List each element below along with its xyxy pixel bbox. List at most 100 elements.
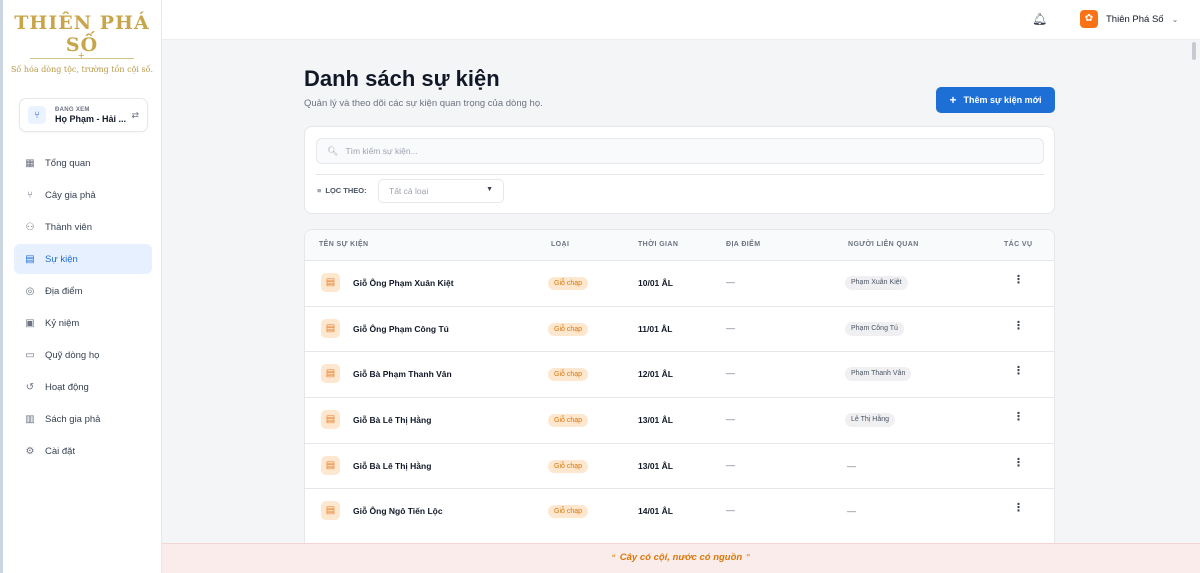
page-subtitle: Quản lý và theo dõi các sự kiện quan trọ…	[304, 98, 543, 109]
add-event-label: Thêm sự kiện mới	[963, 95, 1042, 105]
sidebar-item-tong-quan[interactable]: ▦ Tổng quan	[14, 148, 152, 178]
more-actions-icon[interactable]: ⋮	[1013, 457, 1024, 469]
sidebar-item-hoat-dong[interactable]: ↺ Hoạt động	[14, 372, 152, 402]
page-title: Danh sách sự kiện	[304, 66, 500, 91]
search-input[interactable]	[345, 146, 946, 156]
family-switcher[interactable]: ⑂ ĐANG XEM Họ Phạm - Hải ... ⇄	[19, 98, 148, 132]
search-box[interactable]: 🔍︎	[316, 138, 1044, 164]
add-event-button[interactable]: + Thêm sự kiện mới	[936, 87, 1055, 113]
event-place: —	[726, 368, 735, 379]
sidebar-item-quy-dong-ho[interactable]: ▭ Quỹ dòng họ	[14, 340, 152, 370]
gear-icon: ⚙	[25, 445, 35, 457]
column-header-type[interactable]: LOẠI	[551, 241, 569, 248]
tree-icon: ⑂	[27, 189, 33, 201]
event-date: 12/01 ÂL	[638, 369, 673, 380]
sidebar-item-ky-niem[interactable]: ▣ Kỷ niệm	[14, 308, 152, 338]
sidebar-item-label: Sách gia phả	[45, 413, 101, 425]
calendar-icon: ▤	[321, 455, 340, 475]
event-type-badge: Giỗ chạp	[548, 368, 589, 382]
table-row[interactable]: ▤ Giỗ Ông Phạm Công Tú Giỗ chạp 11/01 ÂL…	[305, 307, 1054, 353]
type-filter-select[interactable]: Tất cả loại ▼	[378, 179, 504, 203]
sidebar-item-su-kien[interactable]: ▤ Sự kiện	[14, 244, 152, 274]
more-actions-icon[interactable]: ⋮	[1013, 412, 1024, 423]
history-icon: ↺	[25, 381, 35, 393]
family-tree-icon: ⑂	[28, 106, 46, 124]
sidebar-item-label: Cây gia phả	[45, 189, 96, 201]
event-name[interactable]: Giỗ Ông Ngô Tiến Lộc	[353, 506, 443, 516]
calendar-icon: ▤	[25, 253, 35, 265]
more-actions-icon[interactable]: ⋮	[1013, 320, 1024, 332]
event-type-badge: Giỗ chạp	[548, 459, 589, 473]
more-actions-icon[interactable]: ⋮	[1013, 503, 1024, 514]
sidebar-item-cay-gia-pha[interactable]: ⑂ Cây gia phả	[14, 180, 152, 210]
footer-quote-bar: ❝ Cây có cội, nước có nguồn ❞	[162, 543, 1200, 573]
plus-icon: +	[949, 93, 957, 107]
search-icon: 🔍︎	[327, 145, 339, 156]
user-name: Thiên Phá Số	[1106, 13, 1164, 25]
sidebar-item-label: Quỹ dòng họ	[45, 349, 100, 361]
viewing-family-name: Họ Phạm - Hải ...	[55, 113, 127, 124]
column-header-time[interactable]: THỜI GIAN	[638, 241, 678, 248]
related-person-chip[interactable]: Phạm Công Tú	[845, 321, 904, 336]
more-actions-icon[interactable]: ⋮	[1013, 366, 1024, 377]
event-place: —	[726, 459, 735, 470]
sidebar-item-label: Địa điểm	[45, 285, 83, 297]
event-type-badge: Giỗ chạp	[548, 322, 589, 336]
filter-icon: ≡	[317, 186, 322, 195]
event-name[interactable]: Giỗ Bà Lê Thị Hằng	[353, 415, 431, 425]
sidebar-item-dia-diem[interactable]: ◎ Địa điểm	[14, 276, 152, 306]
logo-slogan: Số hóa dòng tộc, trường tồn cội số.	[10, 65, 154, 74]
more-actions-icon[interactable]: ⋮	[1013, 275, 1024, 286]
sidebar-item-label: Sự kiện	[45, 253, 78, 265]
notification-bell-icon[interactable]: 🔔︎	[1032, 12, 1047, 26]
event-date: 11/01 ÂL	[638, 323, 673, 334]
event-place: —	[726, 505, 735, 516]
event-place: —	[726, 414, 735, 425]
dashboard-icon: ▦	[25, 157, 35, 169]
memory-icon: ▣	[25, 317, 35, 329]
column-header-name[interactable]: TÊN SỰ KIỆN	[319, 241, 369, 248]
user-menu[interactable]: ✿ Thiên Phá Số ⌄	[1080, 10, 1178, 28]
sidebar: THIÊN PHÁ SỐ Số hóa dòng tộc, trường tồn…	[0, 0, 162, 573]
topbar: 🔔︎ ✿ Thiên Phá Số ⌄	[162, 0, 1200, 40]
event-date: 13/01 ÂL	[638, 415, 673, 426]
user-avatar: ✿	[1080, 10, 1098, 28]
footer-quote: Cây có cội, nước có nguồn	[619, 552, 743, 563]
table-row[interactable]: ▤ Giỗ Bà Phạm Thanh Vân Giỗ chạp 12/01 Â…	[305, 352, 1054, 399]
book-icon: ▥	[25, 413, 35, 425]
column-header-person[interactable]: NGƯỜI LIÊN QUAN	[848, 241, 919, 248]
table-row[interactable]: ▤ Giỗ Bà Lê Thị Hằng Giỗ chạp 13/01 ÂL —…	[305, 444, 1054, 490]
swap-icon: ⇄	[131, 109, 139, 120]
fund-icon: ▭	[25, 349, 35, 361]
sidebar-item-cai-dat[interactable]: ⚙ Cài đặt	[14, 436, 152, 466]
column-header-place[interactable]: ĐỊA ĐIỂM	[726, 241, 760, 248]
logo-divider	[30, 50, 134, 62]
event-name[interactable]: Giỗ Ông Phạm Xuân Kiệt	[353, 278, 454, 288]
event-name[interactable]: Giỗ Bà Lê Thị Hằng	[353, 461, 431, 471]
events-table: TÊN SỰ KIỆN LOẠI THỜI GIAN ĐỊA ĐIỂM NGƯỜ…	[304, 229, 1055, 549]
filter-card: 🔍︎ ≡LỌC THEO: Tất cả loại ▼	[304, 126, 1055, 214]
sidebar-item-label: Hoạt động	[45, 381, 89, 393]
page-scrollbar[interactable]	[1192, 42, 1196, 60]
related-person-chip[interactable]: Lê Thị Hằng	[845, 413, 896, 428]
event-date: 10/01 ÂL	[638, 278, 673, 288]
location-icon: ◎	[25, 285, 35, 297]
related-person-chip[interactable]: Phạm Xuân Kiệt	[845, 276, 908, 290]
event-place: —	[726, 277, 735, 287]
event-name[interactable]: Giỗ Ông Phạm Công Tú	[353, 324, 449, 334]
filter-divider	[316, 174, 1044, 175]
table-header: TÊN SỰ KIỆN LOẠI THỜI GIAN ĐỊA ĐIỂM NGƯỜ…	[305, 230, 1054, 261]
sidebar-item-sach-gia-pha[interactable]: ▥ Sách gia phả	[14, 404, 152, 434]
related-person-chip[interactable]: Phạm Thanh Vân	[845, 367, 912, 382]
table-row[interactable]: ▤ Giỗ Ông Phạm Xuân Kiệt Giỗ chạp 10/01 …	[305, 261, 1054, 307]
event-name[interactable]: Giỗ Bà Phạm Thanh Vân	[353, 369, 452, 379]
brand-logo[interactable]: THIÊN PHÁ SỐ Số hóa dòng tộc, trường tồn…	[3, 0, 161, 74]
sidebar-item-label: Thành viên	[45, 221, 93, 233]
chevron-down-icon: ⌄	[1171, 14, 1179, 24]
table-row[interactable]: ▤ Giỗ Ông Ngô Tiến Lộc Giỗ chạp 14/01 ÂL…	[305, 489, 1054, 535]
related-person-empty: —	[847, 506, 856, 517]
event-date: 13/01 ÂL	[638, 460, 673, 471]
sidebar-item-thanh-vien[interactable]: ⚇ Thành viên	[14, 212, 152, 242]
calendar-icon: ▤	[321, 410, 340, 430]
table-row[interactable]: ▤ Giỗ Bà Lê Thị Hằng Giỗ chạp 13/01 ÂL —…	[305, 398, 1054, 444]
